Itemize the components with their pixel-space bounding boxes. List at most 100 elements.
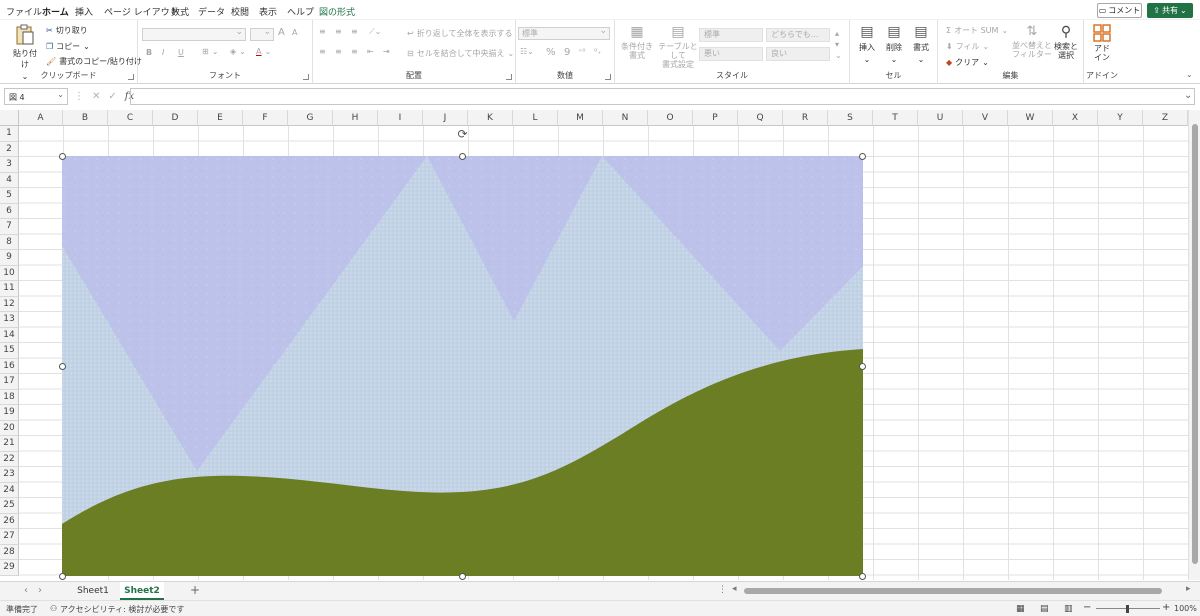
sheet-prev-icon[interactable]: ‹ [24,585,28,596]
page-layout-view-icon[interactable]: ▤ [1040,604,1049,614]
column-header[interactable]: Q [738,110,783,126]
column-header[interactable]: B [63,110,108,126]
tab-help[interactable]: ヘルプ [287,5,314,18]
number-format-combo[interactable]: 標準 [518,26,610,40]
row-header[interactable]: 29 [0,560,19,576]
insert-cells-button[interactable]: ▤ 挿入 ⌄ [855,24,879,64]
decrease-decimal-icon[interactable]: ⁰₊ [594,47,601,56]
cell-style-good[interactable]: 良い [766,47,830,61]
resize-handle-right[interactable] [859,363,866,370]
row-header[interactable]: 4 [0,172,19,188]
accessibility-status[interactable]: アクセシビリティ: 検討が必要です [60,604,184,615]
row-header[interactable]: 25 [0,498,19,514]
column-header[interactable]: S [828,110,873,126]
resize-handle-top-left[interactable] [59,153,66,160]
font-size-combo[interactable] [250,27,274,41]
tab-data[interactable]: データ [198,5,225,18]
normal-view-icon[interactable]: ▦ [1016,604,1025,614]
row-header[interactable]: 16 [0,358,19,374]
sheet-tab-sheet1[interactable]: Sheet1 [70,582,116,600]
format-painter-button[interactable]: 🖌 書式のコピー/貼り付け [46,56,142,67]
clipboard-launcher[interactable] [128,74,134,80]
number-launcher[interactable] [605,74,611,80]
row-header[interactable]: 24 [0,482,19,498]
zoom-level[interactable]: 100% [1174,604,1197,613]
styles-more-icon[interactable]: ⌄ [835,51,842,60]
column-header[interactable]: Z [1143,110,1188,126]
resize-handle-top-right[interactable] [859,153,866,160]
row-header[interactable]: 17 [0,374,19,390]
row-header[interactable]: 6 [0,203,19,219]
delete-cells-button[interactable]: ▤ 削除 ⌄ [882,24,906,64]
row-header[interactable]: 26 [0,513,19,529]
cell-style-bad[interactable]: 悪い [699,47,763,61]
zoom-out-button[interactable]: − [1083,602,1091,613]
shrink-font-button[interactable]: A [292,28,297,37]
column-header[interactable]: I [378,110,423,126]
font-color-button[interactable]: A ⌄ [256,47,271,56]
alignment-launcher[interactable] [506,74,512,80]
row-header[interactable]: 8 [0,234,19,250]
name-box[interactable]: 図 4 ⌄ [4,88,68,105]
row-header[interactable]: 14 [0,327,19,343]
font-launcher[interactable] [303,74,309,80]
row-header[interactable]: 12 [0,296,19,312]
row-header[interactable]: 5 [0,188,19,204]
align-middle-icon[interactable]: ≡ [335,27,342,36]
cut-button[interactable]: ✂ 切り取り [46,25,88,36]
expand-formula-icon[interactable]: ⌄ [1184,90,1192,101]
column-header[interactable]: Y [1098,110,1143,126]
sheet-tab-sheet2[interactable]: Sheet2 [120,582,164,600]
page-break-view-icon[interactable]: ▥ [1064,604,1073,614]
resize-handle-bottom[interactable] [459,573,466,580]
resize-handle-bottom-right[interactable] [859,573,866,580]
comma-button[interactable]: 9 [564,47,570,58]
vertical-scroll-thumb[interactable] [1192,124,1198,564]
row-header[interactable]: 20 [0,420,19,436]
column-header[interactable]: F [243,110,288,126]
tab-picture-format[interactable]: 図の形式 [319,5,355,18]
column-header[interactable]: M [558,110,603,126]
column-header[interactable]: R [783,110,828,126]
font-name-combo[interactable] [142,27,246,41]
column-header[interactable]: N [603,110,648,126]
format-cells-button[interactable]: ▤ 書式 ⌄ [909,24,933,64]
tab-split-icon[interactable]: ⋮ [718,585,727,595]
tab-file[interactable]: ファイル [6,5,42,18]
align-top-icon[interactable]: ≡ [319,27,326,36]
column-header[interactable]: J [423,110,468,126]
autosum-button[interactable]: Σ オート SUM ⌄ [946,25,1008,36]
row-header[interactable]: 22 [0,451,19,467]
tab-insert[interactable]: 挿入 [75,5,93,18]
italic-button[interactable]: I [162,48,164,57]
bold-button[interactable]: B [146,48,152,57]
vertical-scrollbar[interactable] [1188,110,1200,580]
wrap-text-button[interactable]: ↩ 折り返して全体を表示する [407,28,512,39]
sheet-next-icon[interactable]: › [38,585,42,596]
row-header[interactable]: 1 [0,126,19,142]
border-button[interactable]: ⊞ ⌄ [202,47,218,56]
share-button[interactable]: ⇪ 共有 ⌄ [1147,3,1193,18]
styles-scroll-up-icon[interactable]: ▴ [835,29,839,38]
grow-font-button[interactable]: A [278,27,285,38]
find-select-button[interactable]: ⚲ 検索と 選択 [1050,24,1082,60]
rotate-handle-icon[interactable]: ⟳ [456,128,469,141]
orientation-icon[interactable]: ⟋⌄ [369,27,381,37]
conditional-format-button[interactable]: ▦ 条件付き 書式 [618,24,656,60]
format-as-table-button[interactable]: ▤ テーブルとして 書式設定 [655,24,701,69]
row-header[interactable]: 13 [0,312,19,328]
row-header[interactable]: 15 [0,343,19,359]
check-icon[interactable]: ✓ [108,91,116,102]
clear-button[interactable]: ◆ クリア ⌄ [946,57,989,68]
currency-icon[interactable]: ☷⌄ [520,47,534,56]
row-header[interactable]: 10 [0,265,19,281]
row-header[interactable]: 9 [0,250,19,266]
horizontal-scroll-thumb[interactable] [744,588,1162,594]
decrease-indent-icon[interactable]: ⇤ [367,47,374,56]
percent-button[interactable]: % [546,47,556,58]
column-header[interactable]: E [198,110,243,126]
cell-style-normal[interactable]: 標準 [699,28,763,42]
column-header[interactable]: W [1008,110,1053,126]
column-header[interactable]: K [468,110,513,126]
column-header[interactable]: T [873,110,918,126]
